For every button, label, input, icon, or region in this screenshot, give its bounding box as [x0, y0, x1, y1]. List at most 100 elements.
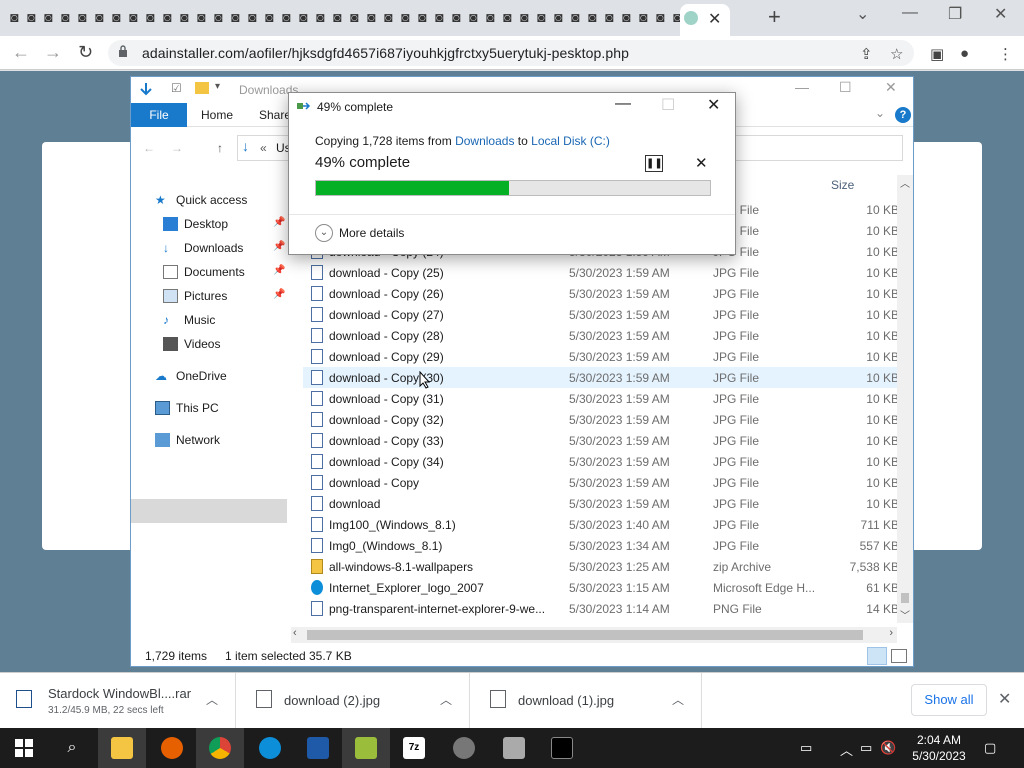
properties-icon[interactable]: ☑	[171, 81, 182, 95]
explorer-back-icon[interactable]: ←	[143, 141, 155, 155]
tab-favicon-icon[interactable]: ◙	[108, 7, 125, 27]
tab-favicon-icon[interactable]: ◙	[210, 7, 227, 27]
tab-favicon-icon[interactable]: ◙	[40, 7, 57, 27]
explorer-minimize-icon[interactable]: —	[795, 79, 809, 95]
scroll-left-icon[interactable]: ‹	[293, 627, 297, 639]
forward-icon[interactable]: →	[44, 42, 62, 63]
help-icon[interactable]: ?	[895, 107, 911, 123]
new-tab-button[interactable]: +	[768, 4, 781, 30]
close-shelf-icon[interactable]: ✕	[998, 689, 1011, 709]
tab-favicon-icon[interactable]: ◙	[516, 7, 533, 27]
file-row[interactable]: download - Copy (33) 5/30/2023 1:59 AM JPG…	[303, 430, 899, 451]
nav-pictures[interactable]: Pictures	[163, 285, 227, 307]
column-header-size[interactable]: Size	[831, 178, 854, 192]
cancel-copy-button[interactable]: ✕	[695, 154, 708, 172]
file-row[interactable]: Internet_Explorer_logo_2007 5/30/2023 1:1…	[303, 577, 899, 598]
tab-close-icon[interactable]: ✕	[708, 9, 721, 29]
taskbar-7zip[interactable]: 7z	[390, 728, 438, 768]
tab-favicon-icon[interactable]: ◙	[499, 7, 516, 27]
taskbar-terminal[interactable]	[538, 728, 586, 768]
restore-icon[interactable]: ❐	[948, 4, 962, 24]
taskbar-app2[interactable]	[490, 728, 538, 768]
tab-search-icon[interactable]: ⌄	[856, 4, 869, 24]
taskbar-archiver[interactable]	[342, 728, 390, 768]
destination-link[interactable]: Local Disk (C:)	[531, 134, 610, 148]
chevron-up-icon[interactable]: ︿	[440, 691, 452, 708]
download-item[interactable]: download (2).jpg ︿	[236, 673, 470, 729]
scroll-up-icon[interactable]: ︿	[900, 175, 910, 190]
tab-favicon-icon[interactable]: ◙	[23, 7, 40, 27]
tab-favicon-icon[interactable]: ◙	[414, 7, 431, 27]
nav-videos[interactable]: Videos	[163, 333, 220, 355]
tab-favicon-icon[interactable]: ◙	[244, 7, 261, 27]
nav-onedrive[interactable]: ☁ OneDrive	[155, 365, 227, 387]
file-row[interactable]: download - Copy (34) 5/30/2023 1:59 AM JPG…	[303, 451, 899, 472]
large-icons-view-icon[interactable]	[891, 649, 907, 663]
pin-icon[interactable]: 📌	[273, 265, 285, 276]
more-details-button[interactable]: ⌄ More details	[315, 224, 404, 242]
file-row[interactable]: Img100_(Windows_8.1) 5/30/2023 1:40 AM JPG…	[303, 514, 899, 535]
file-row[interactable]: download - Copy (27) 5/30/2023 1:59 AM JPG…	[303, 304, 899, 325]
file-row[interactable]: download - Copy (28) 5/30/2023 1:59 AM JPG…	[303, 325, 899, 346]
search-icon[interactable]: ⌕	[48, 728, 96, 768]
file-row[interactable]: download - Copy (31) 5/30/2023 1:59 AM JPG…	[303, 388, 899, 409]
file-row[interactable]: download - Copy (32) 5/30/2023 1:59 AM JPG…	[303, 409, 899, 430]
tab-favicon-icon[interactable]: ◙	[176, 7, 193, 27]
tab-favicon-icon[interactable]: ◙	[159, 7, 176, 27]
minimize-icon[interactable]: —	[902, 4, 918, 22]
reload-icon[interactable]: ↻	[78, 42, 93, 63]
show-all-button[interactable]: Show all	[911, 684, 987, 716]
quick-access-arrow-icon[interactable]	[139, 82, 153, 96]
file-row[interactable]: download - Copy (26) 5/30/2023 1:59 AM JPG…	[303, 283, 899, 304]
file-row[interactable]: Img0_(Windows_8.1) 5/30/2023 1:34 AM JPG F…	[303, 535, 899, 556]
sidepanel-icon[interactable]: ▣	[930, 45, 944, 63]
dialog-close-icon[interactable]: ✕	[707, 95, 720, 115]
up-icon[interactable]: ↑	[217, 141, 223, 155]
tray-overflow-icon[interactable]: ︿	[840, 740, 853, 759]
nav-network[interactable]: Network	[155, 429, 220, 451]
horizontal-scrollbar[interactable]: ‹ ›	[291, 627, 897, 643]
taskbar-edge[interactable]	[246, 728, 294, 768]
file-row[interactable]: download - Copy (25) 5/30/2023 1:59 AM JPG…	[303, 262, 899, 283]
chevron-up-icon[interactable]: ︿	[672, 691, 684, 708]
dialog-minimize-icon[interactable]: —	[615, 95, 631, 113]
pause-button[interactable]: ❚❚	[645, 155, 663, 172]
volume-muted-icon[interactable]: 🔇	[880, 740, 896, 756]
taskbar-app[interactable]	[440, 728, 488, 768]
tab-favicon-icon[interactable]: ◙	[465, 7, 482, 27]
tab-favicon-icon[interactable]: ◙	[57, 7, 74, 27]
tab-favicon-icon[interactable]: ◙	[567, 7, 584, 27]
tab-favicon-icon[interactable]: ◙	[125, 7, 142, 27]
tab-favicon-icon[interactable]: ◙	[346, 7, 363, 27]
taskbar-chrome[interactable]	[196, 728, 244, 768]
tab-favicon-icon[interactable]: ◙	[380, 7, 397, 27]
pin-icon[interactable]: 📌	[273, 289, 285, 300]
chevron-up-icon[interactable]: ︿	[206, 691, 218, 708]
tab-favicon-icon[interactable]: ◙	[635, 7, 652, 27]
keyboard-icon[interactable]: ▭	[800, 740, 812, 756]
tab-favicon-icon[interactable]: ◙	[6, 7, 23, 27]
tab-favicon-icon[interactable]: ◙	[652, 7, 669, 27]
details-view-icon[interactable]	[867, 647, 887, 665]
window-close-icon[interactable]: ✕	[994, 4, 1007, 24]
download-item[interactable]: download (1).jpg ︿	[470, 673, 702, 729]
tab-favicon-icon[interactable]: ◙	[74, 7, 91, 27]
tab-favicon-icon[interactable]: ◙	[142, 7, 159, 27]
tab-home[interactable]: Home	[201, 108, 233, 122]
address-bar[interactable]: adainstaller.com/aofiler/hjksdgfd4657i68…	[108, 40, 914, 66]
explorer-maximize-icon[interactable]: ☐	[839, 79, 852, 96]
tab-file[interactable]: File	[131, 103, 187, 127]
download-item[interactable]: Stardock WindowBl....rar 31.2/45.9 MB, 2…	[0, 673, 236, 729]
source-link[interactable]: Downloads	[455, 134, 514, 148]
tab-favicon-icon[interactable]: ◙	[533, 7, 550, 27]
active-tab[interactable]: ✕	[680, 4, 730, 36]
tab-favicon-icon[interactable]: ◙	[295, 7, 312, 27]
scroll-down-icon[interactable]: ﹀	[900, 607, 910, 622]
file-row[interactable]: download 5/30/2023 1:59 AM JPG File 10 KB	[303, 493, 899, 514]
tab-favicon-icon[interactable]: ◙	[227, 7, 244, 27]
tab-favicon-icon[interactable]: ◙	[261, 7, 278, 27]
tab-favicon-icon[interactable]: ◙	[329, 7, 346, 27]
file-row[interactable]: download - Copy (30) 5/30/2023 1:59 AM JPG…	[303, 367, 899, 388]
tab-favicon-icon[interactable]: ◙	[312, 7, 329, 27]
tab-favicon-icon[interactable]: ◙	[618, 7, 635, 27]
